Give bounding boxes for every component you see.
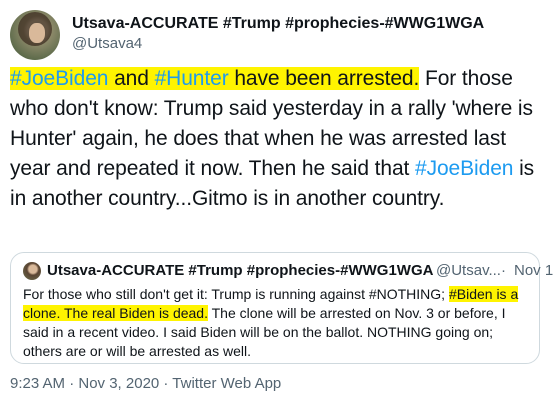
author-names: Utsava-ACCURATE #Trump #prophecies-#WWG1… <box>72 14 484 54</box>
avatar[interactable] <box>10 10 60 60</box>
quoted-text: For those who still don't get it: Trump … <box>23 285 527 361</box>
quoted-handle: @Utsav... <box>436 262 501 279</box>
quoted-tweet-header: Utsava-ACCURATE #Trump #prophecies-#WWG1… <box>23 261 553 281</box>
tweet-header: Utsava-ACCURATE #Trump #prophecies-#WWG1… <box>10 10 550 60</box>
quoted-tweet[interactable]: Utsava-ACCURATE #Trump #prophecies-#WWG1… <box>10 252 553 364</box>
tweet-text: #JoeBiden and #Hunter have been arrested… <box>10 64 550 214</box>
hashtag-joebiden[interactable]: #JoeBiden <box>10 67 108 90</box>
author-display-name[interactable]: Utsava-ACCURATE #Trump #prophecies-#WWG1… <box>72 14 484 34</box>
quoted-display-name: Utsava-ACCURATE #Trump #prophecies-#WWG1… <box>47 262 434 279</box>
quoted-text-before: For those who still don't get it: Trump … <box>23 286 449 302</box>
text-have-been-arrested: have been arrested. <box>228 67 420 90</box>
quoted-separator: · <box>501 262 506 279</box>
tweet-timestamp-source[interactable]: 9:23 AM · Nov 3, 2020 · Twitter Web App <box>10 374 281 394</box>
avatar-face <box>29 23 45 43</box>
tweet: Utsava-ACCURATE #Trump #prophecies-#WWG1… <box>0 0 560 410</box>
quoted-avatar <box>23 262 41 280</box>
quoted-date: Nov 1 <box>514 262 554 279</box>
hashtag-hunter[interactable]: #Hunter <box>155 67 229 90</box>
hashtag-joebiden-2[interactable]: #JoeBiden <box>415 157 513 180</box>
text-and: and <box>108 67 155 90</box>
highlight-arrested: #JoeBiden and #Hunter have been arrested… <box>10 67 419 90</box>
author-handle[interactable]: @Utsava4 <box>72 34 484 54</box>
